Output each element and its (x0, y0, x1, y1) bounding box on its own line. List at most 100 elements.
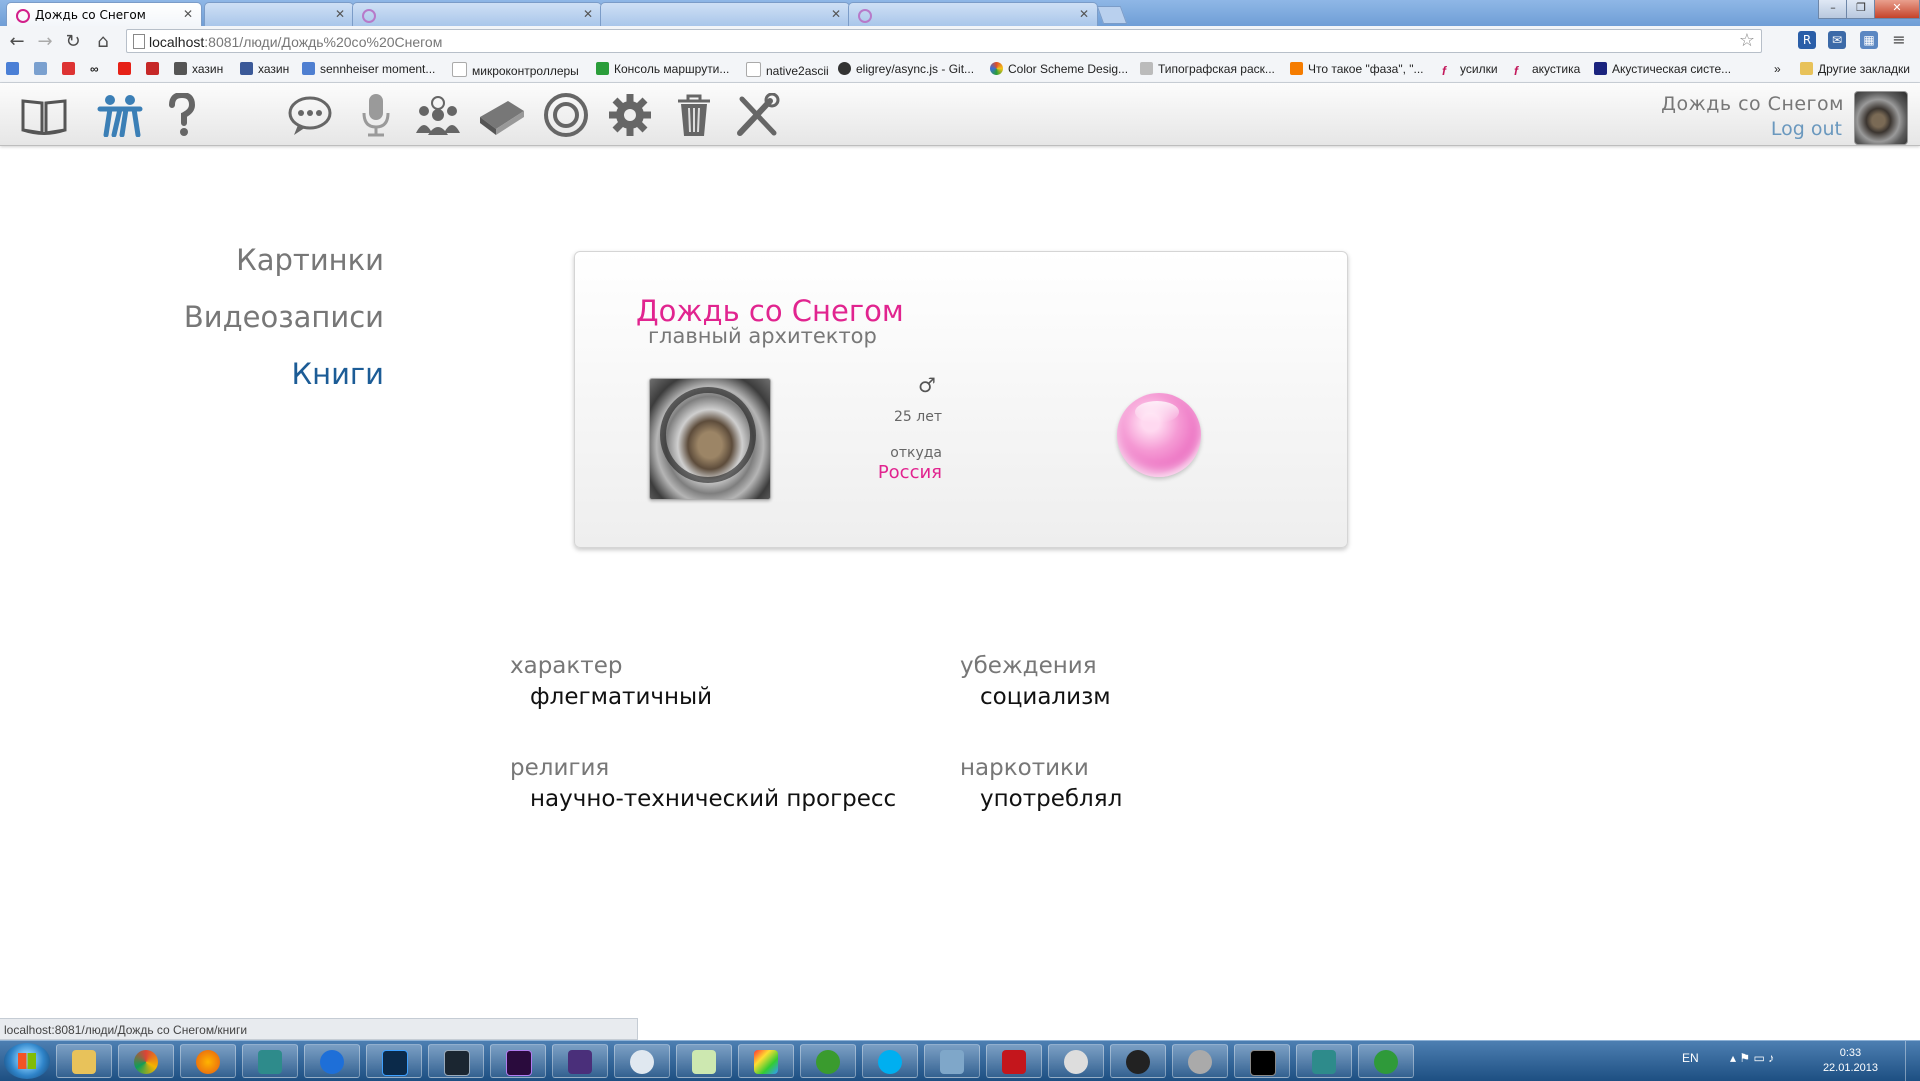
app-taskbar-icon[interactable] (614, 1044, 670, 1078)
avatar[interactable] (1854, 91, 1908, 145)
library-icon[interactable] (478, 93, 526, 137)
people-icon[interactable] (96, 93, 144, 138)
chat-icon[interactable] (286, 93, 334, 137)
bookmark-item[interactable]: Консоль маршрути... (596, 62, 729, 76)
help-icon[interactable] (160, 91, 208, 137)
extension-r-icon[interactable]: R (1798, 31, 1816, 49)
attribute-value: научно-технический прогресс (530, 786, 897, 812)
browser-tab[interactable]: ✕ (600, 2, 850, 26)
browser-tab-active[interactable]: Дождь со Снегом ✕ (6, 2, 202, 26)
trash-icon[interactable] (670, 93, 718, 137)
attribute-value: флегматичный (530, 684, 713, 710)
steam-taskbar-icon[interactable] (1110, 1044, 1166, 1078)
firefox-taskbar-icon[interactable] (180, 1044, 236, 1078)
new-tab-button[interactable] (1096, 6, 1128, 24)
bookmark-h-icon[interactable] (34, 62, 52, 76)
bookmark-item[interactable]: f усилки (1442, 62, 1498, 78)
lightning-taskbar-icon[interactable] (304, 1044, 360, 1078)
browser-toolbar: ← → ↻ ⌂ localhost:8081/люди/Дождь%20со%2… (0, 26, 1920, 59)
chrome-taskbar-icon[interactable] (118, 1044, 174, 1078)
tools-icon[interactable] (734, 92, 782, 137)
close-tab-icon[interactable]: ✕ (831, 7, 841, 21)
app-taskbar-icon[interactable] (552, 1044, 608, 1078)
browser-tab[interactable]: ✕ (204, 2, 354, 26)
minimize-window-button[interactable]: – (1818, 0, 1848, 19)
header-user-name[interactable]: Дождь со Снегом (1661, 93, 1844, 115)
close-tab-icon[interactable]: ✕ (1079, 7, 1089, 21)
bookmark-star-icon[interactable]: ☆ (1739, 30, 1755, 51)
clock[interactable]: 0:33 22.01.2013 (1823, 1046, 1878, 1076)
photoshop-taskbar-icon[interactable] (366, 1044, 422, 1078)
app-taskbar-icon[interactable] (1358, 1044, 1414, 1078)
status-orb-icon[interactable] (1117, 393, 1201, 477)
close-tab-icon[interactable]: ✕ (335, 7, 345, 21)
bookmark-item[interactable]: Color Scheme Desig... (990, 62, 1128, 76)
close-tab-icon[interactable]: ✕ (583, 7, 593, 21)
male-gender-icon: ♂ (918, 373, 936, 397)
app-taskbar-icon[interactable] (738, 1044, 794, 1078)
app-taskbar-icon[interactable] (676, 1044, 732, 1078)
logout-link[interactable]: Log out (1771, 118, 1842, 140)
address-bar[interactable]: localhost:8081/люди/Дождь%20со%20Снегом … (126, 29, 1762, 53)
bookmark-google-icon[interactable] (6, 62, 24, 76)
origin-value[interactable]: Россия (878, 462, 942, 483)
bookmark-item[interactable]: хазин (240, 62, 289, 76)
language-indicator[interactable]: EN (1682, 1051, 1699, 1065)
bookmark-item[interactable]: Типографская раск... (1140, 62, 1275, 76)
browser-tab[interactable]: ✕ (848, 2, 1098, 26)
alien-taskbar-icon[interactable] (1048, 1044, 1104, 1078)
close-tab-icon[interactable]: ✕ (183, 7, 193, 21)
app-taskbar-icon[interactable] (1296, 1044, 1352, 1078)
target-icon[interactable] (542, 93, 590, 137)
browser-tab-strip: Дождь со Снегом ✕ ✕ ✕ ✕ ✕ – ❐ ✕ (0, 0, 1920, 26)
browser-tab[interactable]: ✕ (352, 2, 602, 26)
utorrent-taskbar-icon[interactable] (800, 1044, 856, 1078)
bookmark-item[interactable]: f акустика (1514, 62, 1580, 78)
app-header: Дождь со Снегом Log out (0, 83, 1920, 146)
extension-window-icon[interactable]: ▦ (1860, 31, 1878, 49)
explorer-taskbar-icon[interactable] (56, 1044, 112, 1078)
bookmark-item[interactable]: микроконтроллеры (452, 62, 579, 78)
bookmark-item[interactable]: native2ascii (746, 62, 829, 78)
app-taskbar-icon[interactable] (1172, 1044, 1228, 1078)
skype-taskbar-icon[interactable] (862, 1044, 918, 1078)
nav-link-books[interactable]: Книги (184, 358, 384, 391)
profile-role: главный архитектор (648, 324, 877, 348)
terminal-taskbar-icon[interactable] (1234, 1044, 1290, 1078)
tray-icons[interactable]: ▴ ⚑ ▭ ♪ (1730, 1051, 1774, 1065)
attribute-religion: религия научно-технический прогресс (510, 754, 896, 813)
other-bookmarks-folder[interactable]: Другие закладки (1800, 62, 1910, 76)
bookmark-item[interactable]: хазин (174, 62, 223, 76)
bookmark-infinity-icon[interactable]: ∞ (90, 62, 99, 76)
nav-link-pictures[interactable]: Картинки (184, 244, 384, 277)
show-desktop-button[interactable] (1905, 1041, 1920, 1081)
bookmark-item[interactable]: sennheiser moment... (302, 62, 435, 76)
restore-window-button[interactable]: ❐ (1846, 0, 1876, 19)
bookmark-pp-icon[interactable] (62, 62, 80, 76)
back-arrow-icon[interactable]: ← (6, 31, 28, 52)
microphone-icon[interactable] (352, 93, 400, 137)
bookmarks-overflow-icon[interactable]: » (1774, 62, 1781, 76)
acrobat-taskbar-icon[interactable] (986, 1044, 1042, 1078)
bookmark-item[interactable]: Акустическая систе... (1594, 62, 1731, 76)
mail-icon[interactable]: ✉ (1828, 31, 1846, 49)
forward-arrow-icon[interactable]: → (34, 31, 56, 52)
app-taskbar-icon[interactable] (924, 1044, 980, 1078)
reload-icon[interactable]: ↻ (62, 31, 84, 52)
community-icon[interactable] (414, 93, 462, 137)
close-window-button[interactable]: ✕ (1874, 0, 1920, 19)
app-taskbar-icon[interactable] (242, 1044, 298, 1078)
premiere-taskbar-icon[interactable] (490, 1044, 546, 1078)
bookmark-item[interactable]: eligrey/async.js - Git... (838, 62, 974, 76)
book-icon[interactable] (20, 93, 68, 137)
settings-gear-icon[interactable] (606, 93, 654, 137)
lightroom-taskbar-icon[interactable] (428, 1044, 484, 1078)
home-icon[interactable]: ⌂ (92, 31, 114, 52)
origin-label: откуда (890, 445, 942, 461)
nav-link-videos[interactable]: Видеозаписи (184, 301, 384, 334)
menu-icon[interactable]: ≡ (1890, 31, 1908, 49)
start-button[interactable] (4, 1043, 50, 1079)
bookmark-red-icon[interactable] (146, 62, 164, 76)
bookmark-youtube-icon[interactable] (118, 62, 136, 76)
bookmark-item[interactable]: Что такое "фаза", "... (1290, 62, 1424, 76)
